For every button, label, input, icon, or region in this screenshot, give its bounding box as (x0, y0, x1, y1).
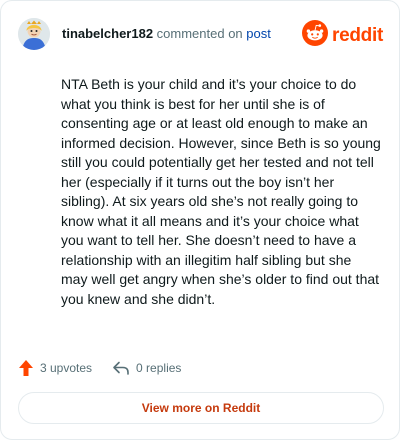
reply-arrow-icon (112, 360, 130, 376)
comment-header: tinabelcher182 commented on post reddit (18, 18, 383, 50)
user-avatar[interactable] (18, 18, 50, 50)
reddit-comment-embed: tinabelcher182 commented on post reddit (0, 0, 400, 440)
replies-count: 0 replies (136, 361, 182, 375)
comment-actions: 3 upvotes 0 replies (18, 358, 181, 378)
reddit-logo[interactable]: reddit (302, 20, 383, 51)
comment-meta: tinabelcher182 commented on post (62, 26, 271, 42)
view-more-button[interactable]: View more on Reddit (18, 392, 384, 424)
upvote-button[interactable]: 3 upvotes (18, 359, 92, 377)
upvotes-count: 3 upvotes (40, 361, 93, 375)
view-more-label: View more on Reddit (141, 401, 261, 415)
upvote-arrow-icon (18, 359, 34, 377)
username-link[interactable]: tinabelcher182 (62, 26, 153, 41)
reddit-snoo-icon (302, 20, 329, 51)
reddit-wordmark: reddit (332, 24, 383, 46)
comment-body: NTA Beth is your child and it’s your cho… (61, 76, 381, 307)
replies-button[interactable]: 0 replies (112, 360, 181, 376)
commented-on-text: commented on (156, 25, 243, 41)
post-link[interactable]: post (246, 26, 271, 41)
